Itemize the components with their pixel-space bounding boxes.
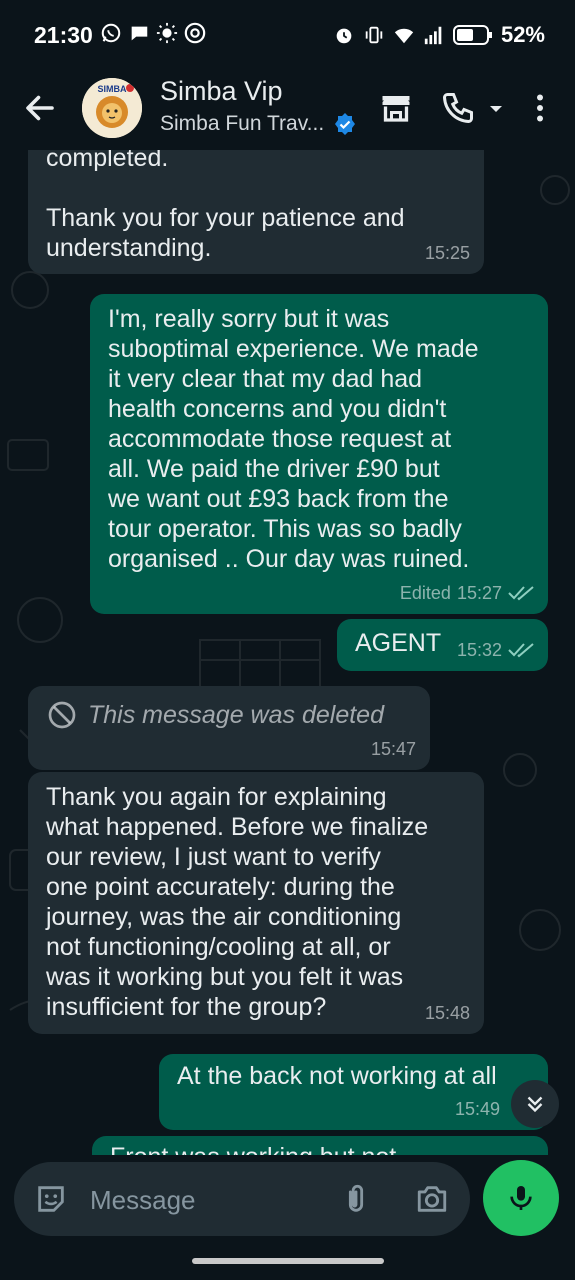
message-input[interactable] bbox=[90, 1180, 330, 1220]
status-left-icons bbox=[100, 22, 206, 44]
message-time: 15:32 bbox=[456, 640, 502, 660]
message-bubble-outgoing[interactable]: Front was working but not bbox=[92, 1136, 548, 1155]
message-meta: 15:32 bbox=[457, 635, 534, 665]
more-vert-icon[interactable] bbox=[522, 90, 558, 126]
message-input-bar bbox=[14, 1162, 470, 1236]
mic-icon bbox=[510, 1186, 532, 1210]
sticker-icon[interactable] bbox=[34, 1182, 68, 1216]
battery-icon bbox=[452, 25, 492, 45]
store-icon[interactable] bbox=[378, 90, 414, 126]
voice-message-button[interactable] bbox=[483, 1160, 559, 1236]
brightness-icon bbox=[156, 22, 178, 44]
wifi-icon bbox=[394, 28, 414, 44]
message-text: I'm, really sorry but it was suboptimal … bbox=[108, 305, 479, 573]
read-ticks-icon bbox=[508, 643, 534, 658]
contact-name[interactable]: Simba Vip bbox=[160, 76, 283, 107]
message-meta: 15:25 bbox=[425, 238, 470, 268]
message-meta: 15:48 bbox=[425, 998, 470, 1028]
deleted-icon bbox=[48, 701, 76, 729]
battery-percent: 52% bbox=[500, 22, 545, 47]
message-bubble-outgoing[interactable]: I'm, really sorry but it was suboptimal … bbox=[90, 294, 548, 614]
contact-subtitle[interactable]: Simba Fun Trav... bbox=[160, 112, 324, 136]
svg-text:SIMBA: SIMBA bbox=[98, 84, 128, 94]
gesture-navigation-bar[interactable] bbox=[192, 1258, 384, 1264]
message-time: 15:47 bbox=[370, 739, 416, 759]
alarm-icon bbox=[336, 28, 352, 44]
message-time: 15:25 bbox=[424, 243, 470, 263]
message-bubble-incoming[interactable]: completed. Thank you for your patience a… bbox=[28, 150, 484, 274]
message-meta: 15:47 bbox=[371, 734, 416, 764]
message-time: 15:48 bbox=[424, 1003, 470, 1023]
chat-area[interactable]: completed. Thank you for your patience a… bbox=[0, 150, 575, 1155]
double-chevron-down-icon bbox=[527, 1096, 543, 1113]
dropdown-icon[interactable] bbox=[484, 90, 508, 126]
vibrate-icon bbox=[365, 26, 383, 44]
message-bubble-deleted[interactable]: This message was deleted 15:47 bbox=[28, 686, 430, 770]
status-time: 21:30 bbox=[34, 22, 93, 48]
message-time: 15:49 bbox=[454, 1099, 500, 1119]
status-right-icons: 52% bbox=[333, 22, 545, 48]
chat-header: SIMBA Simba Vip Simba Fun Trav... bbox=[0, 70, 575, 150]
message-time: 15:27 bbox=[456, 583, 502, 603]
message-meta: Edited 15:27 bbox=[400, 578, 534, 608]
back-arrow-icon[interactable] bbox=[22, 90, 58, 126]
chrome-icon bbox=[184, 22, 206, 44]
scroll-to-bottom-button[interactable] bbox=[511, 1080, 559, 1128]
verified-badge-icon bbox=[335, 113, 355, 135]
message-text: Front was working but not bbox=[110, 1136, 530, 1155]
message-text: Thank you again for explaining what happ… bbox=[46, 783, 429, 1021]
message-text: At the back not working at all bbox=[177, 1062, 497, 1090]
message-text: completed. Thank you for your patience a… bbox=[46, 150, 405, 262]
whatsapp-icon bbox=[101, 23, 121, 43]
lion-logo-icon: SIMBA bbox=[82, 78, 142, 138]
camera-icon[interactable] bbox=[414, 1182, 450, 1216]
message-bubble-incoming[interactable]: Thank you again for explaining what happ… bbox=[28, 772, 484, 1034]
avatar[interactable]: SIMBA bbox=[82, 78, 142, 138]
edited-label: Edited bbox=[399, 583, 451, 603]
read-ticks-icon bbox=[508, 586, 534, 601]
status-bar: 21:30 52% bbox=[0, 0, 575, 70]
message-bubble-outgoing[interactable]: At the back not working at all 15:49 bbox=[159, 1054, 548, 1130]
attach-icon[interactable] bbox=[339, 1181, 373, 1217]
message-text: This message was deleted bbox=[88, 701, 384, 729]
phone-icon[interactable] bbox=[440, 90, 476, 126]
signal-icon bbox=[424, 26, 442, 45]
message-meta: 15:49 bbox=[455, 1094, 500, 1124]
chat-icon bbox=[130, 26, 148, 41]
message-bubble-outgoing[interactable]: AGENT 15:32 bbox=[337, 619, 548, 671]
